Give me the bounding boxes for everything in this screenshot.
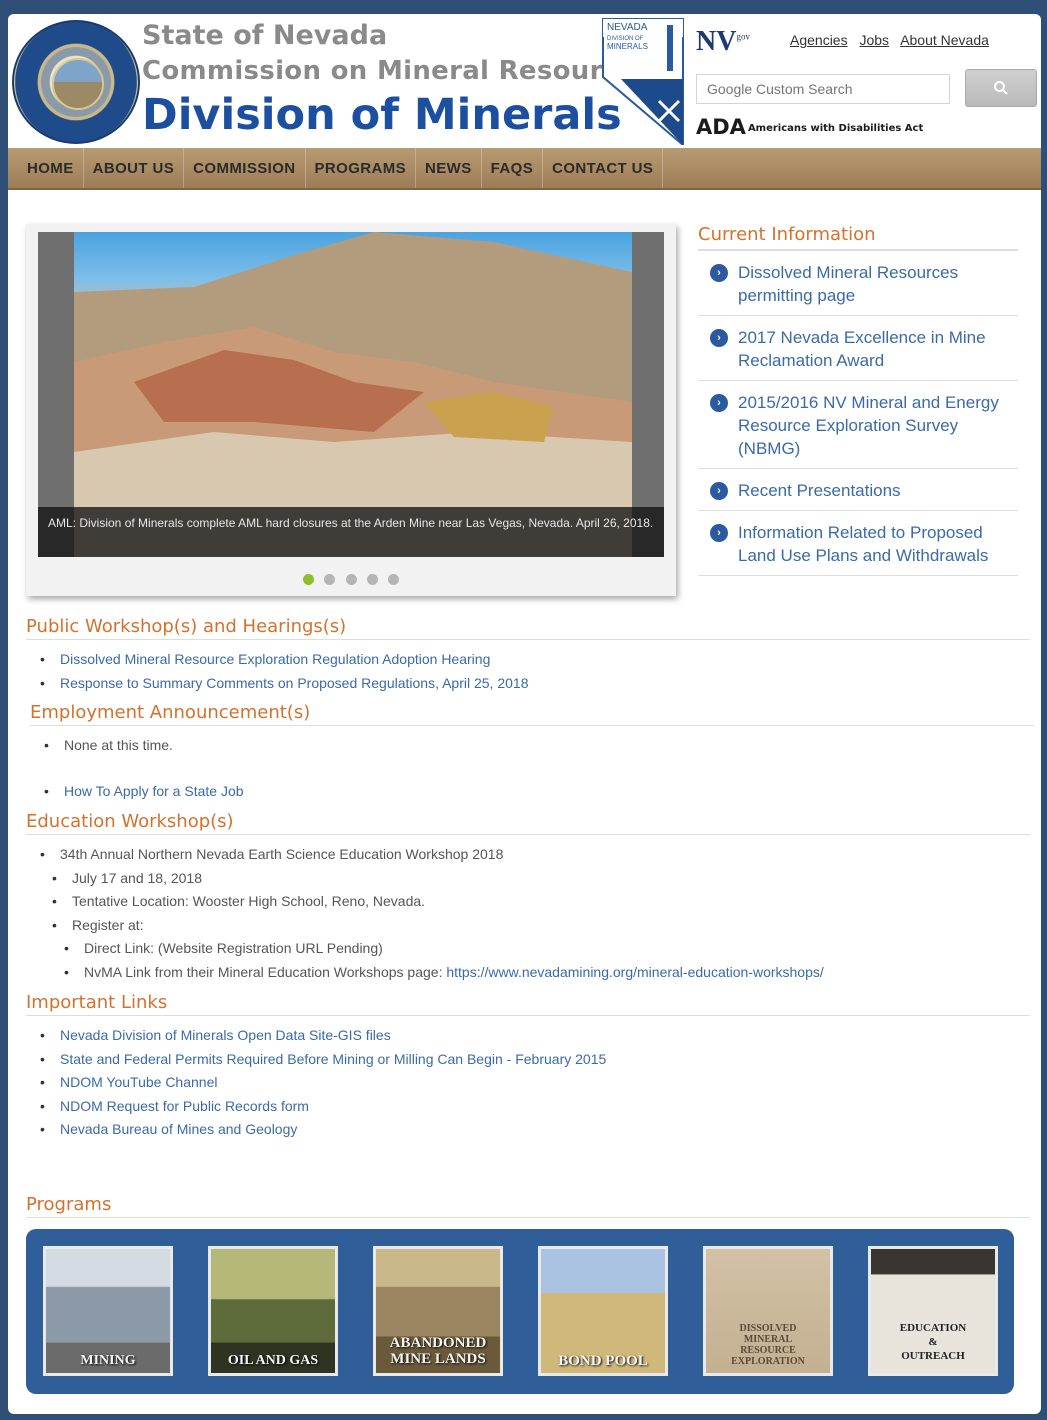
list-item: 34th Annual Northern Nevada Earth Scienc…	[38, 843, 1030, 867]
nav-faqs[interactable]: FAQS	[482, 148, 544, 188]
arrow-circle-icon: ›	[710, 482, 728, 500]
list-item: Direct Link: (Website Registration URL P…	[62, 937, 1030, 961]
arrow-circle-icon: ›	[710, 524, 728, 542]
current-info-item[interactable]: › 2015/2016 NV Mineral and Energy Resourc…	[698, 381, 1018, 469]
slide-pager	[26, 572, 676, 590]
nav-commission[interactable]: COMMISSION	[184, 148, 306, 188]
current-information-title: Current Information	[698, 224, 1018, 251]
employment-section: Employment Announcement(s) None at this …	[30, 702, 1034, 803]
list-item[interactable]: NDOM YouTube Channel	[38, 1071, 1030, 1095]
slide-dot[interactable]	[366, 574, 378, 585]
slide-caption: AML: Division of Minerals complete AML h…	[38, 507, 664, 557]
education-section: Education Workshop(s) 34th Annual Northe…	[26, 811, 1030, 984]
list-item: Tentative Location: Wooster High School,…	[50, 890, 1030, 914]
slide-dot[interactable]	[302, 574, 314, 585]
list-item[interactable]: Nevada Division of Minerals Open Data Si…	[38, 1024, 1030, 1048]
nvma-link[interactable]: https://www.nevadamining.org/mineral-edu…	[446, 964, 823, 980]
header-state-name: State of Nevada	[142, 20, 388, 51]
state-seal-icon[interactable]	[12, 20, 140, 144]
header-commission-name: Commission on Mineral Resources	[142, 56, 653, 86]
magnifier-icon	[994, 80, 1008, 95]
nav-home[interactable]: HOME	[18, 148, 84, 188]
slide-dot[interactable]	[388, 574, 400, 585]
main-nav: HOME ABOUT US COMMISSION PROGRAMS NEWS F…	[8, 148, 1041, 190]
current-info-item[interactable]: › Dissolved Mineral Resources permitting …	[698, 251, 1018, 316]
list-item[interactable]: Nevada Bureau of Mines and Geology	[38, 1118, 1030, 1142]
nav-contact-us[interactable]: CONTACT US	[543, 148, 664, 188]
public-workshops-section: Public Workshop(s) and Hearings(s) Disso…	[26, 616, 1030, 695]
ada-label[interactable]: ADA Americans with Disabilities Act	[696, 115, 923, 139]
list-item: July 17 and 18, 2018	[50, 867, 1030, 891]
nav-news[interactable]: NEWS	[416, 148, 482, 188]
important-links-section: Important Links Nevada Division of Miner…	[26, 992, 1030, 1142]
list-item: None at this time.	[42, 734, 1034, 758]
nav-about-us[interactable]: ABOUT US	[84, 148, 185, 188]
agencies-link[interactable]: Agencies	[790, 32, 848, 48]
current-info-item[interactable]: › 2017 Nevada Excellence in Mine Reclamat…	[698, 316, 1018, 381]
arrow-circle-icon: ›	[710, 329, 728, 347]
division-logo-icon[interactable]: NEVADA DIVISION OF MINERALS	[601, 17, 685, 145]
list-item: NvMA Link from their Mineral Education W…	[62, 961, 1030, 985]
current-info-item[interactable]: › Recent Presentations	[698, 469, 1018, 511]
programs-title: Programs	[26, 1194, 1030, 1218]
public-workshops-title: Public Workshop(s) and Hearings(s)	[26, 616, 1030, 640]
list-item[interactable]: State and Federal Permits Required Befor…	[38, 1048, 1030, 1072]
current-information: Current Information › Dissolved Mineral R…	[698, 224, 1018, 576]
list-item[interactable]: Dissolved Mineral Resource Exploration R…	[38, 648, 1030, 672]
search-input[interactable]	[697, 75, 949, 103]
header-division-name[interactable]: Division of Minerals	[142, 90, 622, 140]
svg-text:NEVADA: NEVADA	[607, 22, 648, 33]
list-item[interactable]: How To Apply for a State Job	[42, 780, 1034, 804]
employment-title: Employment Announcement(s)	[30, 702, 1034, 726]
list-item[interactable]: NDOM Request for Public Records form	[38, 1095, 1030, 1119]
program-tile-oil-and-gas[interactable]: OIL AND GAS	[208, 1246, 338, 1376]
list-item: Register at:	[50, 914, 1030, 938]
slide-dot[interactable]	[345, 574, 357, 585]
program-tile-abandoned-mine-lands[interactable]: ABANDONED MINE LANDS	[373, 1246, 503, 1376]
education-title: Education Workshop(s)	[26, 811, 1030, 835]
svg-text:MINERALS: MINERALS	[607, 42, 648, 51]
page: State of Nevada Commission on Mineral Re…	[8, 14, 1041, 1414]
arrow-circle-icon: ›	[710, 264, 728, 282]
important-links-title: Important Links	[26, 992, 1030, 1016]
image-slideshow[interactable]: AML: Division of Minerals complete AML h…	[26, 224, 676, 596]
program-tile-bond-pool[interactable]: BOND POOL	[538, 1246, 668, 1376]
current-info-item[interactable]: › Information Related to Proposed Land Us…	[698, 511, 1018, 576]
nav-programs[interactable]: PROGRAMS	[306, 148, 417, 188]
search-button[interactable]	[965, 69, 1037, 107]
jobs-link[interactable]: Jobs	[859, 32, 889, 48]
program-tile-education-outreach[interactable]: EDUCATION & OUTREACH	[868, 1246, 998, 1376]
programs-strip: MINING OIL AND GAS ABANDONED MINE LANDS …	[26, 1229, 1014, 1394]
slide-dot[interactable]	[324, 574, 336, 585]
site-header: State of Nevada Commission on Mineral Re…	[8, 14, 1041, 148]
search-field[interactable]	[696, 74, 950, 104]
program-tile-mining[interactable]: MINING	[43, 1246, 173, 1376]
nv-gov-logo[interactable]: NVgov	[696, 26, 750, 58]
program-tile-dissolved-mineral[interactable]: DISSOLVED MINERAL RESOURCE EXPLORATION	[703, 1246, 833, 1376]
about-nevada-link[interactable]: About Nevada	[900, 32, 989, 48]
arrow-circle-icon: ›	[710, 394, 728, 412]
list-item[interactable]: Response to Summary Comments on Proposed…	[38, 672, 1030, 696]
top-links: Agencies Jobs About Nevada	[790, 32, 997, 48]
